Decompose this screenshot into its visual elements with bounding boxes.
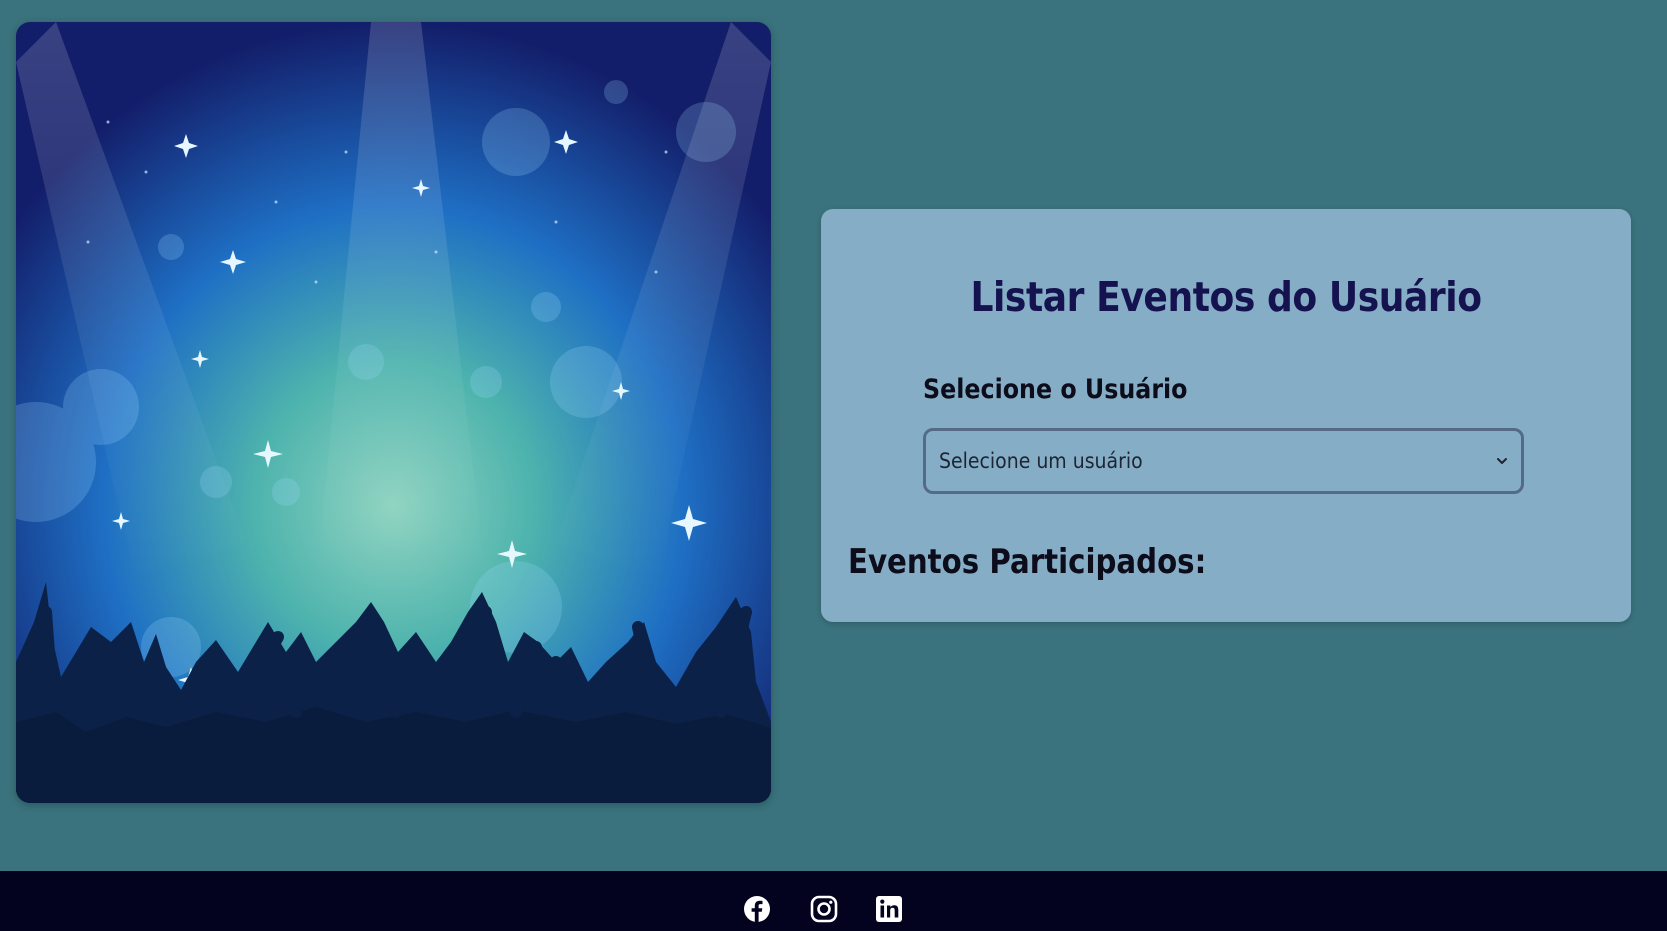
facebook-icon[interactable] <box>742 894 772 924</box>
hero-image <box>16 22 771 803</box>
page-title: Listar Eventos do Usuário <box>970 273 1482 321</box>
events-heading: Eventos Participados: <box>848 542 1207 582</box>
instagram-icon[interactable] <box>809 894 839 924</box>
page: Listar Eventos do Usuário Selecione o Us… <box>0 0 1667 931</box>
user-select[interactable]: Selecione um usuário <box>923 428 1524 494</box>
user-select-value: Selecione um usuário <box>939 449 1143 473</box>
linkedin-icon[interactable] <box>874 894 904 924</box>
footer <box>0 871 1667 931</box>
user-select-label: Selecione o Usuário <box>923 374 1188 405</box>
chevron-down-icon <box>1497 458 1507 464</box>
events-card: Listar Eventos do Usuário Selecione o Us… <box>821 209 1631 622</box>
